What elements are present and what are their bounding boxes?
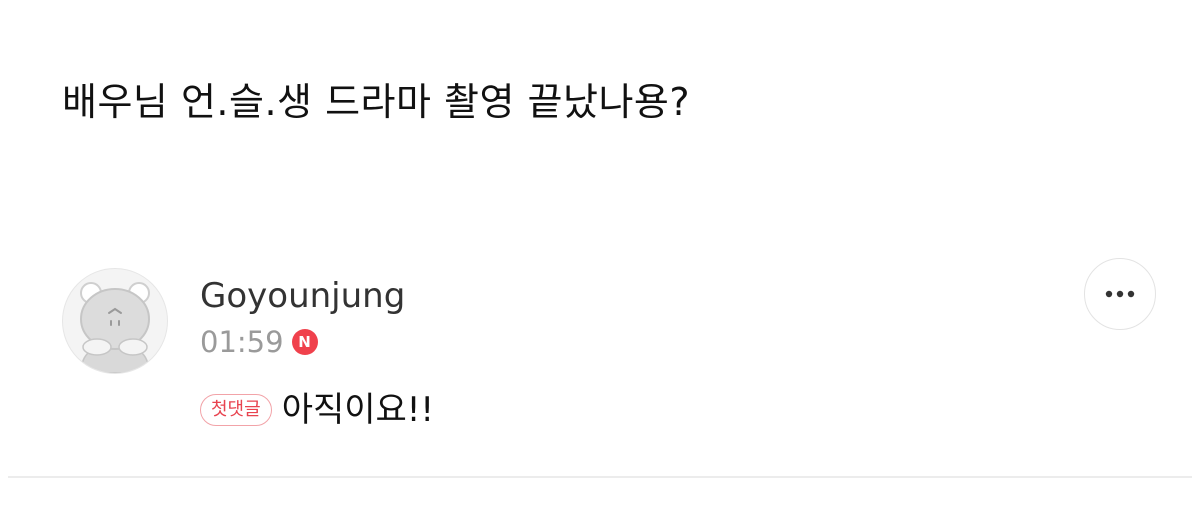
first-comment-badge: 첫댓글 <box>200 394 272 426</box>
comment-meta: 01:59 N <box>200 324 318 360</box>
divider <box>8 476 1192 478</box>
comment-timestamp: 01:59 <box>200 325 284 359</box>
post-question-text: 배우님 언.슬.생 드라마 촬영 끝났나용? <box>62 80 691 124</box>
more-horizontal-icon <box>1105 290 1135 298</box>
avatar[interactable] <box>62 268 168 374</box>
comment-text: 아직이요!! <box>281 390 435 430</box>
comment-item: Goyounjung 01:59 N 첫댓글 아직이요!! <box>0 258 1200 480</box>
comment-author-name[interactable]: Goyounjung <box>200 276 405 316</box>
comment-thread-view: 배우님 언.슬.생 드라마 촬영 끝났나용? Goyounjung 01:59 … <box>0 0 1200 525</box>
more-options-button[interactable] <box>1084 258 1156 330</box>
default-character-avatar-icon <box>80 282 150 373</box>
new-badge: N <box>291 329 318 355</box>
comment-body: 첫댓글 아직이요!! <box>200 388 434 432</box>
